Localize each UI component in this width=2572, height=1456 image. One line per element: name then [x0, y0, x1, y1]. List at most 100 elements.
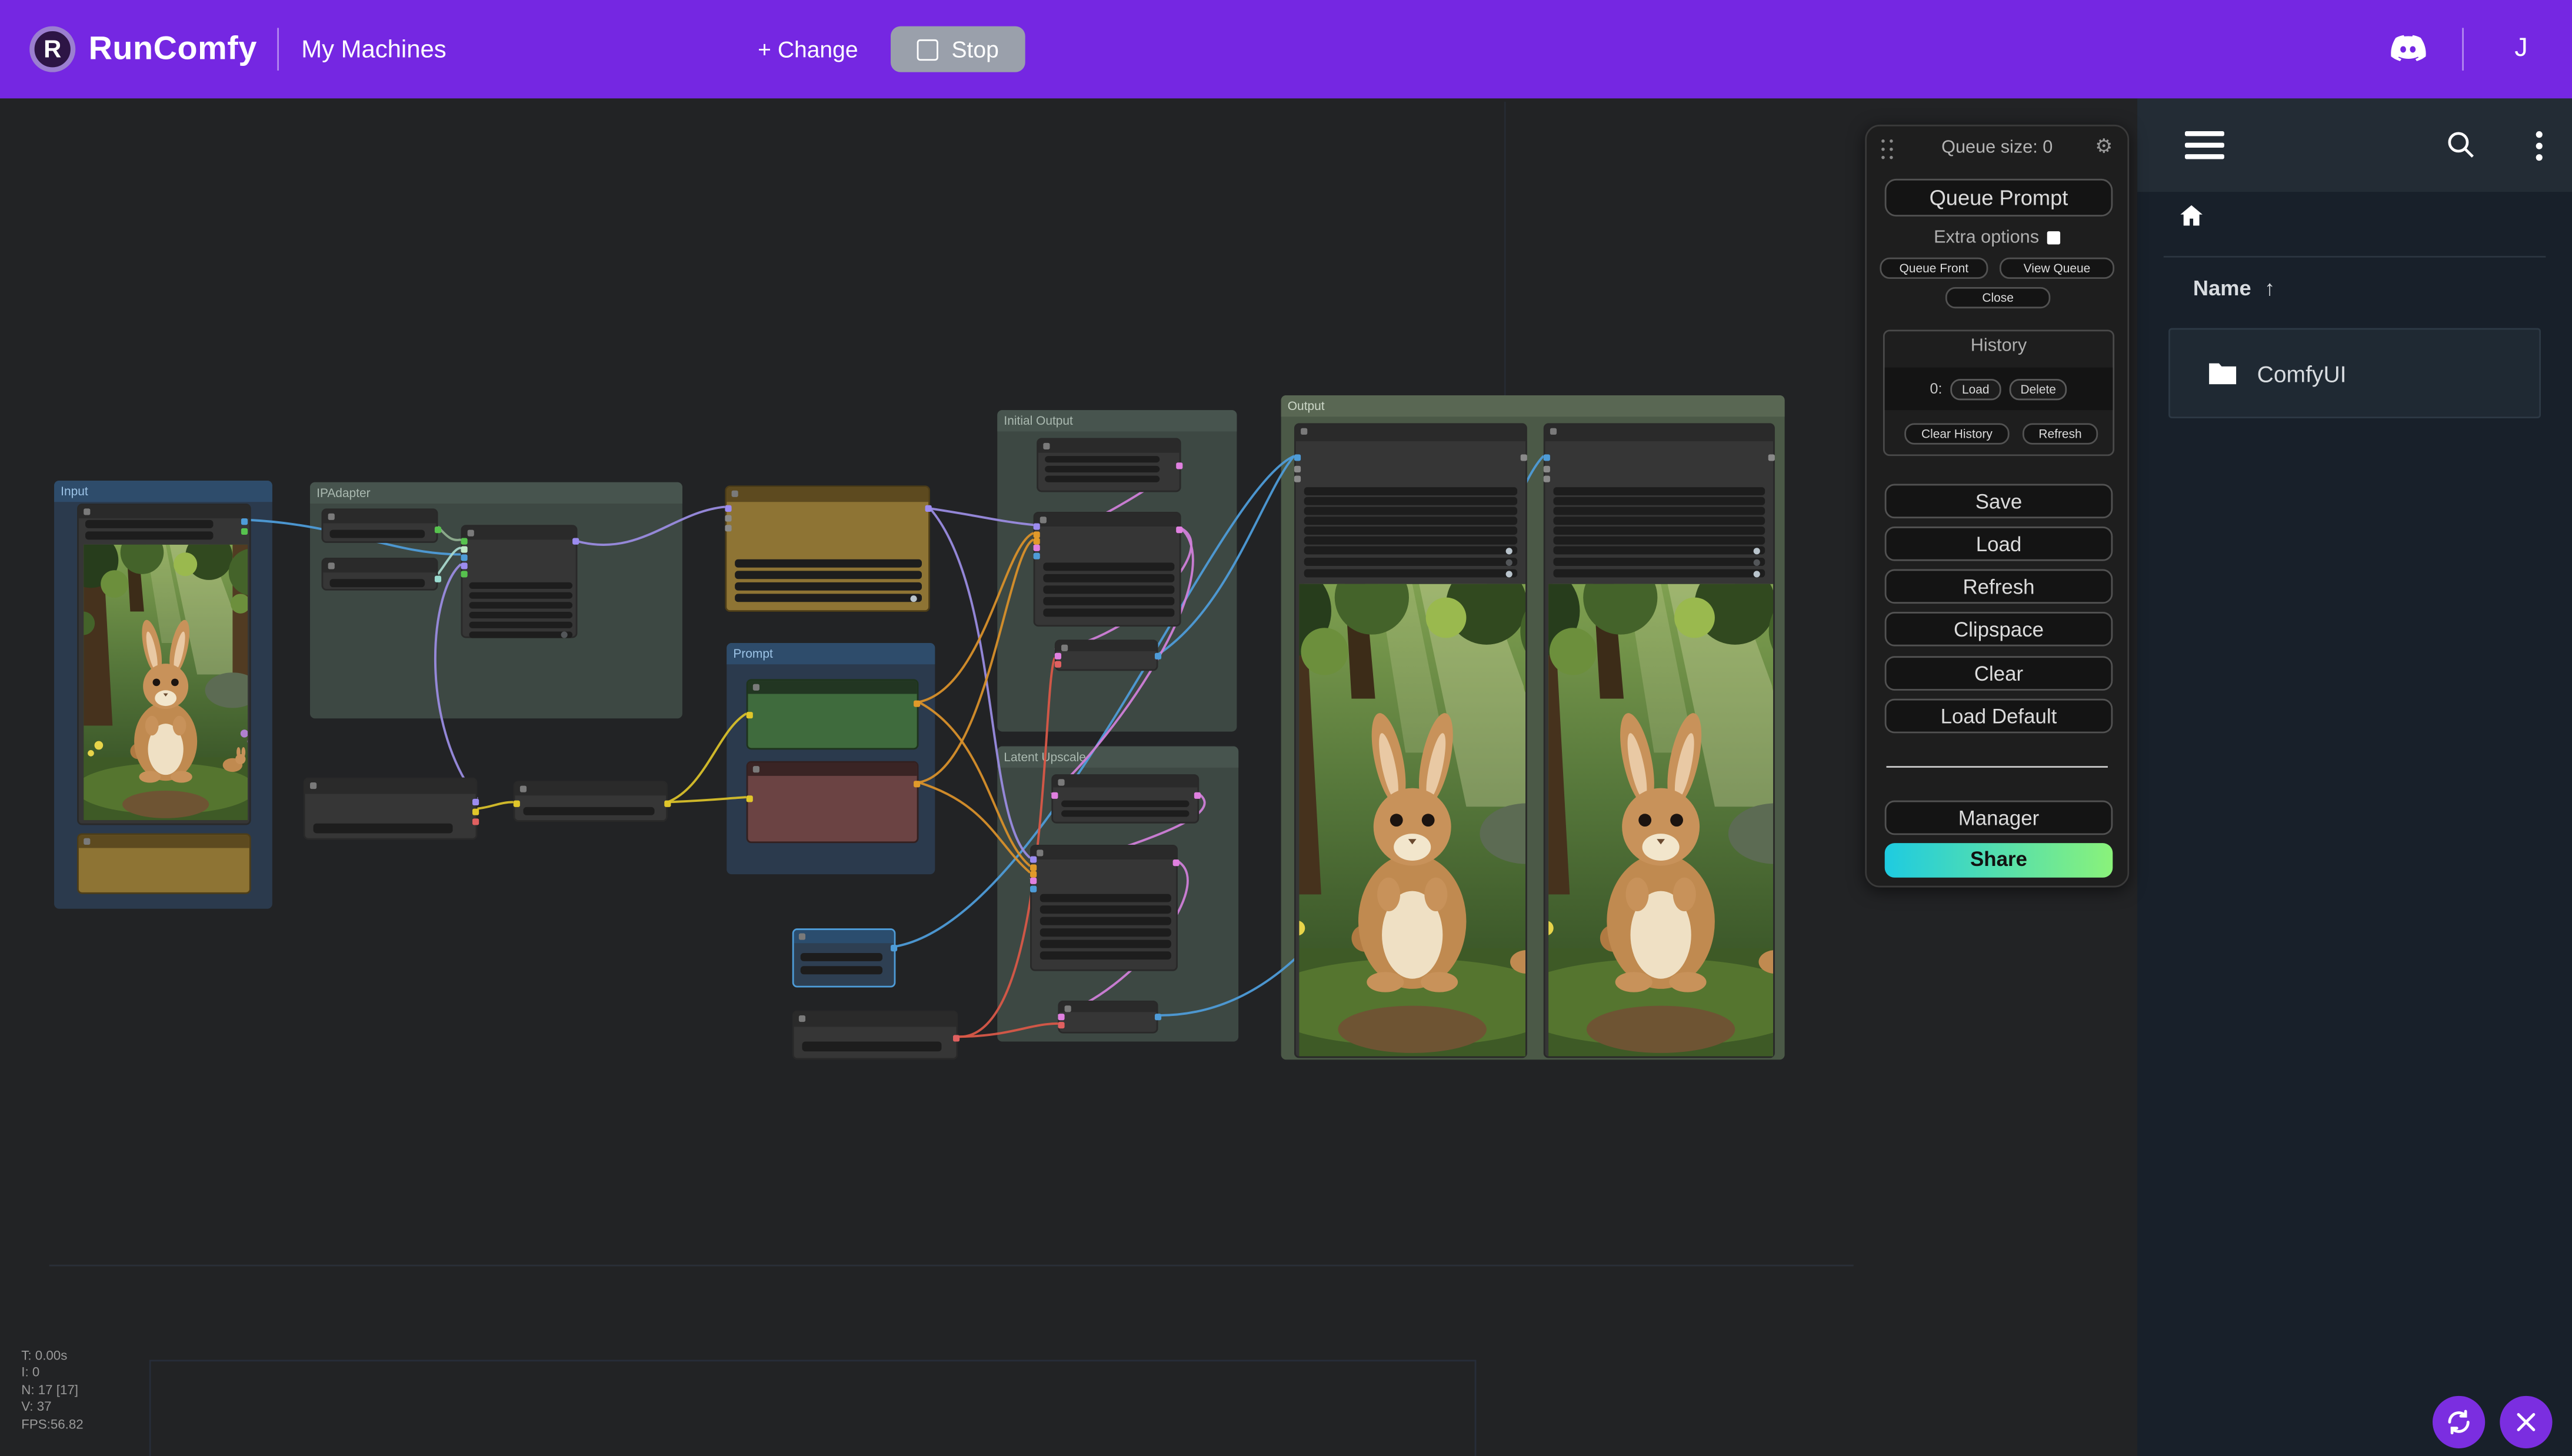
input-port[interactable]	[1294, 466, 1301, 472]
output-port-mask[interactable]	[241, 528, 248, 535]
output-port-conditioning[interactable]	[914, 781, 920, 787]
output-port-image[interactable]	[241, 518, 248, 525]
input-port-vae[interactable]	[1055, 661, 1061, 668]
input-port-samples[interactable]	[1051, 792, 1058, 799]
input-port-samples[interactable]	[1058, 1014, 1064, 1020]
extra-options-checkbox[interactable]	[2047, 231, 2060, 244]
history-load-button[interactable]: Load	[1950, 378, 2001, 399]
nav-my-machines[interactable]: My Machines	[301, 35, 446, 63]
node-checkpoint-loader[interactable]	[304, 778, 478, 840]
input-port-clip[interactable]	[514, 801, 520, 807]
node-latent-upscale[interactable]	[1051, 774, 1199, 824]
input-port[interactable]	[1544, 476, 1550, 482]
node-negative-prompt[interactable]	[747, 761, 919, 843]
clipspace-button[interactable]: Clipspace	[1885, 612, 2113, 647]
file-row-comfyui[interactable]: ComfyUI	[2168, 328, 2541, 418]
output-port-model[interactable]	[572, 538, 579, 545]
input-port-negative[interactable]	[1030, 871, 1037, 878]
input-port-images[interactable]	[1294, 454, 1301, 461]
clear-button[interactable]: Clear	[1885, 656, 2113, 691]
sort-by-name-header[interactable]: Name↑	[2193, 275, 2275, 300]
input-port[interactable]	[1544, 466, 1550, 472]
output-port-image[interactable]	[1155, 1014, 1161, 1020]
input-port-vae[interactable]	[1058, 1022, 1064, 1028]
node-ksampler-upscale[interactable]	[1030, 845, 1178, 971]
output-port-model[interactable]	[925, 505, 932, 512]
save-button[interactable]: Save	[1885, 484, 2113, 519]
output-port-vae[interactable]	[472, 818, 479, 825]
node-empty-latent[interactable]	[1037, 438, 1181, 492]
runcomfy-logo[interactable]: R RunComfy	[29, 26, 257, 72]
input-port-clip[interactable]	[747, 712, 753, 718]
close-queue-button[interactable]: Close	[1945, 287, 2050, 308]
output-port-model[interactable]	[472, 799, 479, 805]
output-port-latent[interactable]	[1176, 527, 1182, 533]
output-port-latent[interactable]	[1176, 462, 1182, 469]
input-port[interactable]	[461, 562, 468, 569]
input-port[interactable]	[461, 554, 468, 561]
input-port-images[interactable]	[1544, 454, 1550, 461]
node-save-image-1[interactable]	[1294, 423, 1527, 1058]
history-delete-button[interactable]: Delete	[2009, 378, 2068, 399]
node-note-brown[interactable]	[77, 833, 251, 894]
stop-machine-button[interactable]: Stop	[891, 26, 1025, 72]
load-button[interactable]: Load	[1885, 527, 2113, 561]
output-port-clip[interactable]	[472, 809, 479, 815]
output-port-conditioning[interactable]	[914, 701, 920, 707]
node-vae-decode-upscale[interactable]	[1058, 1001, 1158, 1034]
input-port-model[interactable]	[1030, 856, 1037, 862]
output-port-vae[interactable]	[953, 1035, 959, 1041]
input-port-negative[interactable]	[1034, 538, 1040, 545]
refresh-button[interactable]: Refresh	[1885, 569, 2113, 604]
node-ipadapter-apply[interactable]	[461, 525, 578, 638]
user-avatar[interactable]: J	[2497, 35, 2546, 64]
settings-gear-icon[interactable]: ⚙	[2095, 135, 2113, 158]
input-port[interactable]	[1034, 553, 1040, 559]
sidebar-close-button[interactable]	[2500, 1396, 2552, 1448]
output-port-image[interactable]	[1155, 653, 1161, 659]
output-port-latent[interactable]	[1173, 859, 1180, 866]
input-port-positive[interactable]	[1034, 531, 1040, 538]
sidebar-refresh-button[interactable]	[2433, 1396, 2485, 1448]
node-vae-loader[interactable]	[792, 1011, 958, 1060]
input-port[interactable]	[461, 571, 468, 577]
home-icon[interactable]	[2177, 202, 2206, 229]
load-default-button[interactable]: Load Default	[1885, 699, 2113, 734]
more-options-kebab-icon[interactable]	[2536, 131, 2543, 138]
node-model-patch-brown[interactable]	[725, 485, 930, 612]
output-port-image[interactable]	[891, 945, 897, 951]
node-ipadapter-model-loader[interactable]	[322, 558, 438, 591]
node-ksampler-initial[interactable]	[1034, 512, 1181, 627]
input-port-model[interactable]	[1034, 523, 1040, 529]
input-port[interactable]	[725, 515, 731, 522]
output-port[interactable]	[1521, 454, 1527, 461]
output-port-latent[interactable]	[1194, 792, 1201, 799]
input-port-positive[interactable]	[1030, 864, 1037, 871]
node-clip-set-last-layer[interactable]	[514, 781, 668, 822]
queue-front-button[interactable]: Queue Front	[1880, 258, 1988, 279]
input-port-samples[interactable]	[1055, 653, 1061, 659]
share-button[interactable]: Share	[1885, 843, 2113, 878]
node-selected-preview[interactable]	[792, 928, 896, 987]
input-port-clip[interactable]	[747, 795, 753, 802]
discord-icon[interactable]	[2387, 28, 2429, 70]
output-port-clip[interactable]	[664, 801, 671, 807]
clear-history-button[interactable]: Clear History	[1904, 423, 2009, 444]
output-port[interactable]	[1768, 454, 1775, 461]
input-port[interactable]	[1294, 476, 1301, 482]
node-save-image-2[interactable]	[1544, 423, 1775, 1058]
node-load-image[interactable]	[77, 504, 251, 825]
manager-button[interactable]: Manager	[1885, 801, 2113, 835]
change-machine-button[interactable]: + Change	[758, 36, 858, 62]
view-queue-button[interactable]: View Queue	[2000, 258, 2114, 279]
queue-prompt-button[interactable]: Queue Prompt	[1885, 179, 2113, 216]
input-port-model[interactable]	[725, 505, 731, 512]
menu-hamburger-icon[interactable]	[2185, 131, 2224, 159]
input-port-latent[interactable]	[1030, 878, 1037, 884]
input-port[interactable]	[461, 538, 468, 545]
node-vae-decode-initial[interactable]	[1055, 639, 1158, 671]
search-icon[interactable]	[2444, 128, 2477, 161]
output-port[interactable]	[435, 527, 441, 533]
input-port-latent[interactable]	[1034, 545, 1040, 551]
output-port[interactable]	[435, 576, 441, 582]
